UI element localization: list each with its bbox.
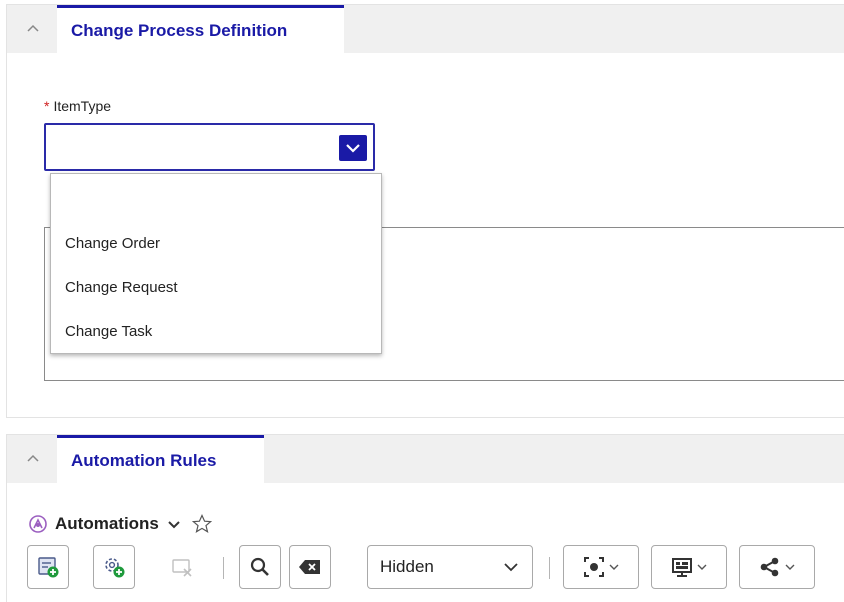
required-marker: * — [44, 98, 50, 114]
record-view-icon — [584, 557, 604, 577]
tab-label: Change Process Definition — [71, 20, 288, 40]
visibility-select-value: Hidden — [380, 557, 434, 576]
clear-filter-button[interactable] — [289, 545, 331, 589]
share-button[interactable] — [739, 545, 815, 589]
chevron-down-icon — [697, 564, 707, 570]
itemtype-dropdown-list: Change Order Change Request Change Task — [50, 173, 382, 354]
record-view-button[interactable] — [563, 545, 639, 589]
tab-change-process-definition[interactable]: Change Process Definition — [57, 5, 344, 53]
itemtype-label: * ItemType — [44, 98, 111, 114]
clear-selection-icon — [172, 559, 192, 577]
chevron-down-icon — [785, 564, 795, 570]
visibility-select[interactable]: Hidden — [367, 545, 533, 589]
chevron-down-icon — [609, 564, 619, 570]
search-button[interactable] — [239, 545, 281, 589]
collapse-chevron-icon[interactable] — [25, 451, 41, 467]
panel-header: Automation Rules — [7, 435, 844, 483]
change-process-definition-panel: Change Process Definition * ItemType Chan… — [6, 4, 844, 418]
tab-label: Automation Rules — [71, 450, 217, 470]
dropdown-option-change-order[interactable]: Change Order — [65, 235, 160, 252]
automations-icon — [29, 515, 47, 533]
dropdown-option-change-request[interactable]: Change Request — [65, 279, 178, 296]
display-button[interactable] — [651, 545, 727, 589]
clear-filter-icon — [299, 560, 320, 574]
automations-title[interactable]: Automations — [55, 514, 159, 534]
star-icon[interactable] — [191, 514, 212, 534]
toolbar-divider — [549, 557, 550, 579]
select-toggle-button[interactable] — [339, 135, 367, 161]
automations-toolbar: Hidden — [27, 545, 844, 589]
dropdown-chevron-icon — [346, 144, 360, 153]
itemtype-label-text: ItemType — [53, 98, 112, 114]
share-icon — [760, 557, 779, 577]
add-gear-icon — [105, 558, 125, 578]
chevron-down-icon — [504, 563, 518, 572]
automations-list-header: Automations — [27, 512, 212, 536]
dropdown-option-change-task[interactable]: Change Task — [65, 323, 152, 340]
automation-rules-panel: Automation Rules Automations Hidden — [6, 434, 844, 602]
toolbar-divider — [223, 557, 224, 579]
new-record-button[interactable] — [27, 545, 69, 589]
collapse-chevron-icon[interactable] — [25, 21, 41, 37]
new-record-icon — [38, 557, 59, 578]
chevron-down-icon[interactable] — [168, 519, 180, 529]
tab-automation-rules[interactable]: Automation Rules — [57, 435, 264, 483]
clear-selection-button[interactable] — [161, 545, 203, 589]
display-icon — [672, 558, 692, 577]
panel-header: Change Process Definition — [7, 5, 844, 53]
search-icon — [250, 557, 269, 576]
itemtype-select[interactable] — [44, 123, 375, 171]
add-automation-button[interactable] — [93, 545, 135, 589]
